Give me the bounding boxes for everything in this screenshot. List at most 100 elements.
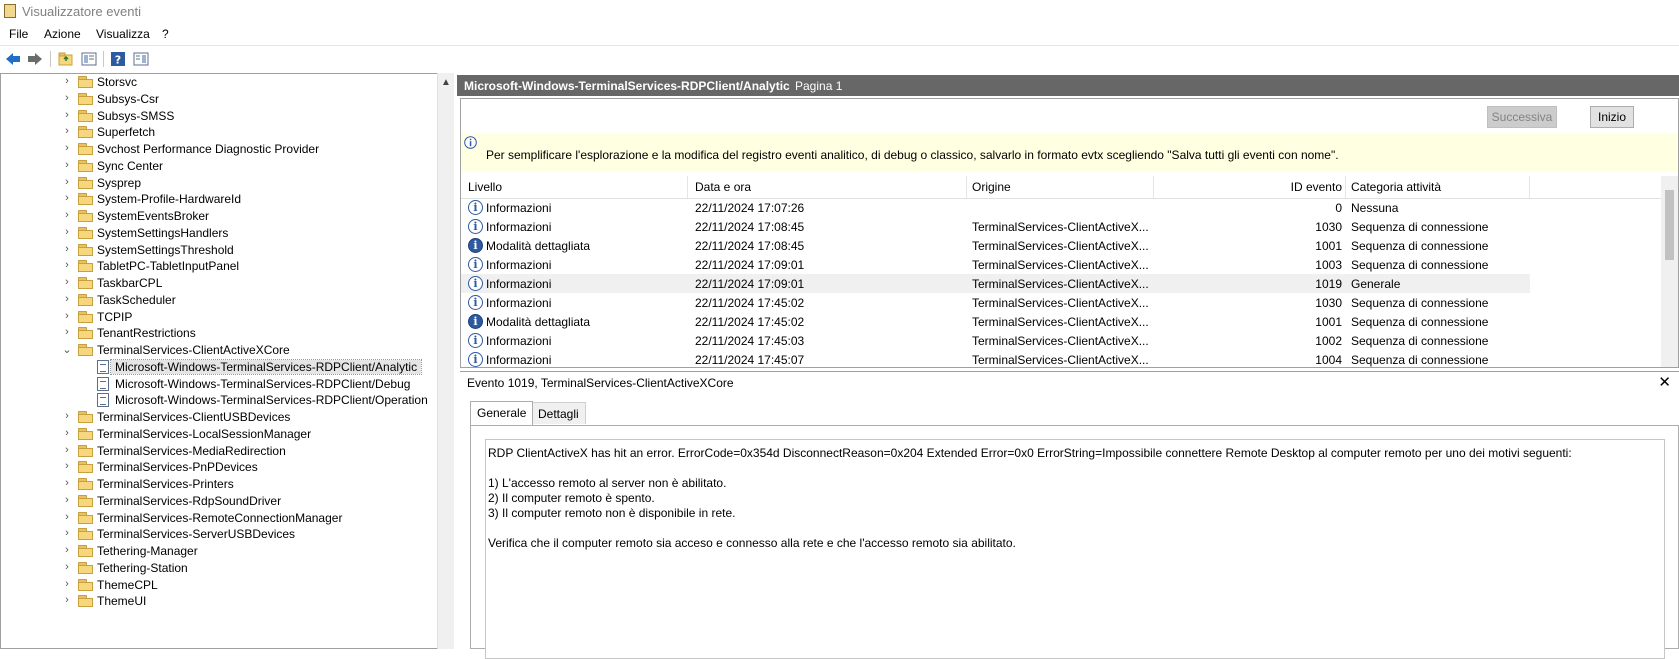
table-row[interactable]: i Informazioni 22/11/2024 17:45:02 Terminal… (461, 293, 1530, 312)
tree-item[interactable]: ⌄ TerminalServices-ClientActiveXCore (1, 341, 437, 359)
chevron-right-icon[interactable]: › (61, 460, 73, 472)
tree-item[interactable]: › TerminalServices-ClientUSBDevices (1, 408, 437, 426)
scroll-up-icon[interactable]: ▲ (441, 77, 451, 88)
tab-dettagli[interactable]: Dettagli (531, 402, 586, 424)
chevron-right-icon[interactable]: › (61, 561, 73, 573)
chevron-right-icon[interactable]: › (61, 92, 73, 104)
tree-scrollbar[interactable]: ▲ (437, 73, 454, 649)
tree-item[interactable]: › Svchost Performance Diagnostic Provider (1, 140, 437, 158)
tree-item[interactable]: › TerminalServices-MediaRedirection (1, 442, 437, 460)
back-arrow-icon[interactable] (4, 50, 22, 68)
tree-item[interactable]: › Storsvc (1, 74, 437, 91)
tree-item[interactable]: › ThemeUI (1, 592, 437, 610)
tree-item[interactable]: › SystemSettingsHandlers (1, 224, 437, 242)
table-row[interactable]: i Informazioni 22/11/2024 17:09:01 Terminal… (461, 255, 1530, 274)
chevron-right-icon[interactable]: › (61, 109, 73, 121)
chevron-right-icon[interactable]: › (61, 159, 73, 171)
tree-item[interactable]: › Tethering-Station (1, 559, 437, 577)
chevron-right-icon[interactable]: › (61, 276, 73, 288)
menu-help[interactable]: ? (162, 27, 169, 41)
menu-file[interactable]: File (9, 27, 28, 41)
chevron-right-icon[interactable]: › (61, 527, 73, 539)
chevron-right-icon[interactable]: › (61, 226, 73, 238)
tree-item[interactable]: › TaskScheduler (1, 291, 437, 309)
chevron-right-icon[interactable]: › (61, 410, 73, 422)
tree-item[interactable]: › TerminalServices-ServerUSBDevices (1, 525, 437, 543)
chevron-right-icon[interactable]: › (61, 544, 73, 556)
tree-item[interactable]: Microsoft-Windows-TerminalServices-RDPCl… (1, 358, 437, 376)
chevron-right-icon[interactable]: › (61, 511, 73, 523)
menu-azione[interactable]: Azione (44, 27, 81, 41)
tree-item[interactable]: › TerminalServices-RdpSoundDriver (1, 492, 437, 510)
chevron-right-icon[interactable]: › (61, 427, 73, 439)
tree-item[interactable]: Microsoft-Windows-TerminalServices-RDPCl… (1, 375, 437, 393)
tree-item[interactable]: › TabletPC-TabletInputPanel (1, 257, 437, 275)
table-row[interactable]: i Informazioni 22/11/2024 17:08:45 Terminal… (461, 217, 1530, 236)
tree-item[interactable]: › TerminalServices-Printers (1, 475, 437, 493)
tree-item[interactable]: › System-Profile-HardwareId (1, 190, 437, 208)
next-page-button[interactable]: Successiva (1487, 106, 1557, 128)
column-divider[interactable] (1153, 176, 1154, 198)
navigation-tree[interactable]: › Storsvc › Subsys-Csr › Subsys-SMSS › Superfet… (0, 73, 440, 649)
tree-item[interactable]: › TerminalServices-LocalSessionManager (1, 425, 437, 443)
tree-item[interactable]: › TenantRestrictions (1, 324, 437, 342)
column-divider[interactable] (1345, 176, 1346, 198)
chevron-right-icon[interactable]: › (61, 259, 73, 271)
tree-item[interactable]: › TaskbarCPL (1, 274, 437, 292)
scroll-thumb[interactable] (1665, 190, 1674, 260)
chevron-right-icon[interactable]: › (61, 326, 73, 338)
chevron-right-icon[interactable]: › (61, 310, 73, 322)
open-folder-icon[interactable] (57, 50, 75, 68)
col-category[interactable]: Categoria attività (1351, 180, 1441, 194)
chevron-right-icon[interactable]: › (61, 192, 73, 204)
tab-generale[interactable]: Generale (470, 401, 534, 425)
table-row[interactable]: i Informazioni 22/11/2024 17:45:03 Terminal… (461, 331, 1530, 350)
chevron-right-icon[interactable]: › (61, 293, 73, 305)
tree-item[interactable]: › Sysprep (1, 174, 437, 192)
chevron-right-icon[interactable]: › (61, 578, 73, 590)
chevron-right-icon[interactable]: › (61, 477, 73, 489)
tree-item[interactable]: › SystemEventsBroker (1, 207, 437, 225)
chevron-right-icon[interactable]: › (61, 494, 73, 506)
tree-item[interactable]: › TerminalServices-PnPDevices (1, 458, 437, 476)
close-icon[interactable]: ✕ (1658, 373, 1671, 391)
column-divider[interactable] (1529, 176, 1530, 198)
start-button[interactable]: Inizio (1590, 106, 1634, 128)
table-row[interactable]: i Informazioni 22/11/2024 17:09:01 Terminal… (461, 274, 1530, 293)
tree-item[interactable]: › Subsys-SMSS (1, 107, 437, 125)
table-row[interactable]: i Informazioni 22/11/2024 17:45:07 Terminal… (461, 350, 1530, 367)
tree-item[interactable]: › TCPIP (1, 308, 437, 326)
column-divider[interactable] (687, 176, 688, 198)
splitter[interactable] (454, 73, 457, 649)
tree-item[interactable]: › SystemSettingsThreshold (1, 241, 437, 259)
col-level[interactable]: Livello (468, 180, 502, 194)
col-source[interactable]: Origine (972, 180, 1011, 194)
properties-icon[interactable] (80, 50, 98, 68)
col-event-id[interactable]: ID evento (1284, 180, 1342, 194)
chevron-right-icon[interactable]: › (61, 142, 73, 154)
tree-item[interactable]: › Tethering-Manager (1, 542, 437, 560)
grid-scrollbar[interactable] (1661, 176, 1678, 367)
tree-item[interactable]: › ThemeCPL (1, 576, 437, 594)
chevron-right-icon[interactable]: › (61, 444, 73, 456)
col-date[interactable]: Data e ora (695, 180, 751, 194)
tree-item[interactable]: › Superfetch (1, 123, 437, 141)
tree-item[interactable]: › Subsys-Csr (1, 90, 437, 108)
menu-visualizza[interactable]: Visualizza (96, 27, 150, 41)
column-divider[interactable] (966, 176, 967, 198)
show-pane-icon[interactable] (132, 50, 150, 68)
tree-item[interactable]: › TerminalServices-RemoteConnectionManage… (1, 509, 437, 527)
chevron-right-icon[interactable]: › (61, 75, 73, 87)
help-icon[interactable]: ? (109, 50, 127, 68)
chevron-down-icon[interactable]: ⌄ (61, 343, 73, 356)
chevron-right-icon[interactable]: › (61, 125, 73, 137)
event-message[interactable]: RDP ClientActiveX has hit an error. Erro… (485, 439, 1665, 659)
chevron-right-icon[interactable]: › (61, 594, 73, 606)
tree-item[interactable]: › Sync Center (1, 157, 437, 175)
tree-item[interactable]: Microsoft-Windows-TerminalServices-RDPCl… (1, 391, 437, 409)
chevron-right-icon[interactable]: › (61, 209, 73, 221)
table-row[interactable]: i Informazioni 22/11/2024 17:07:26 0 Nessuna (461, 198, 1530, 217)
table-row[interactable]: i Modalità dettagliata 22/11/2024 17:45:02… (461, 312, 1530, 331)
table-row[interactable]: i Modalità dettagliata 22/11/2024 17:08:45… (461, 236, 1530, 255)
chevron-right-icon[interactable]: › (61, 176, 73, 188)
